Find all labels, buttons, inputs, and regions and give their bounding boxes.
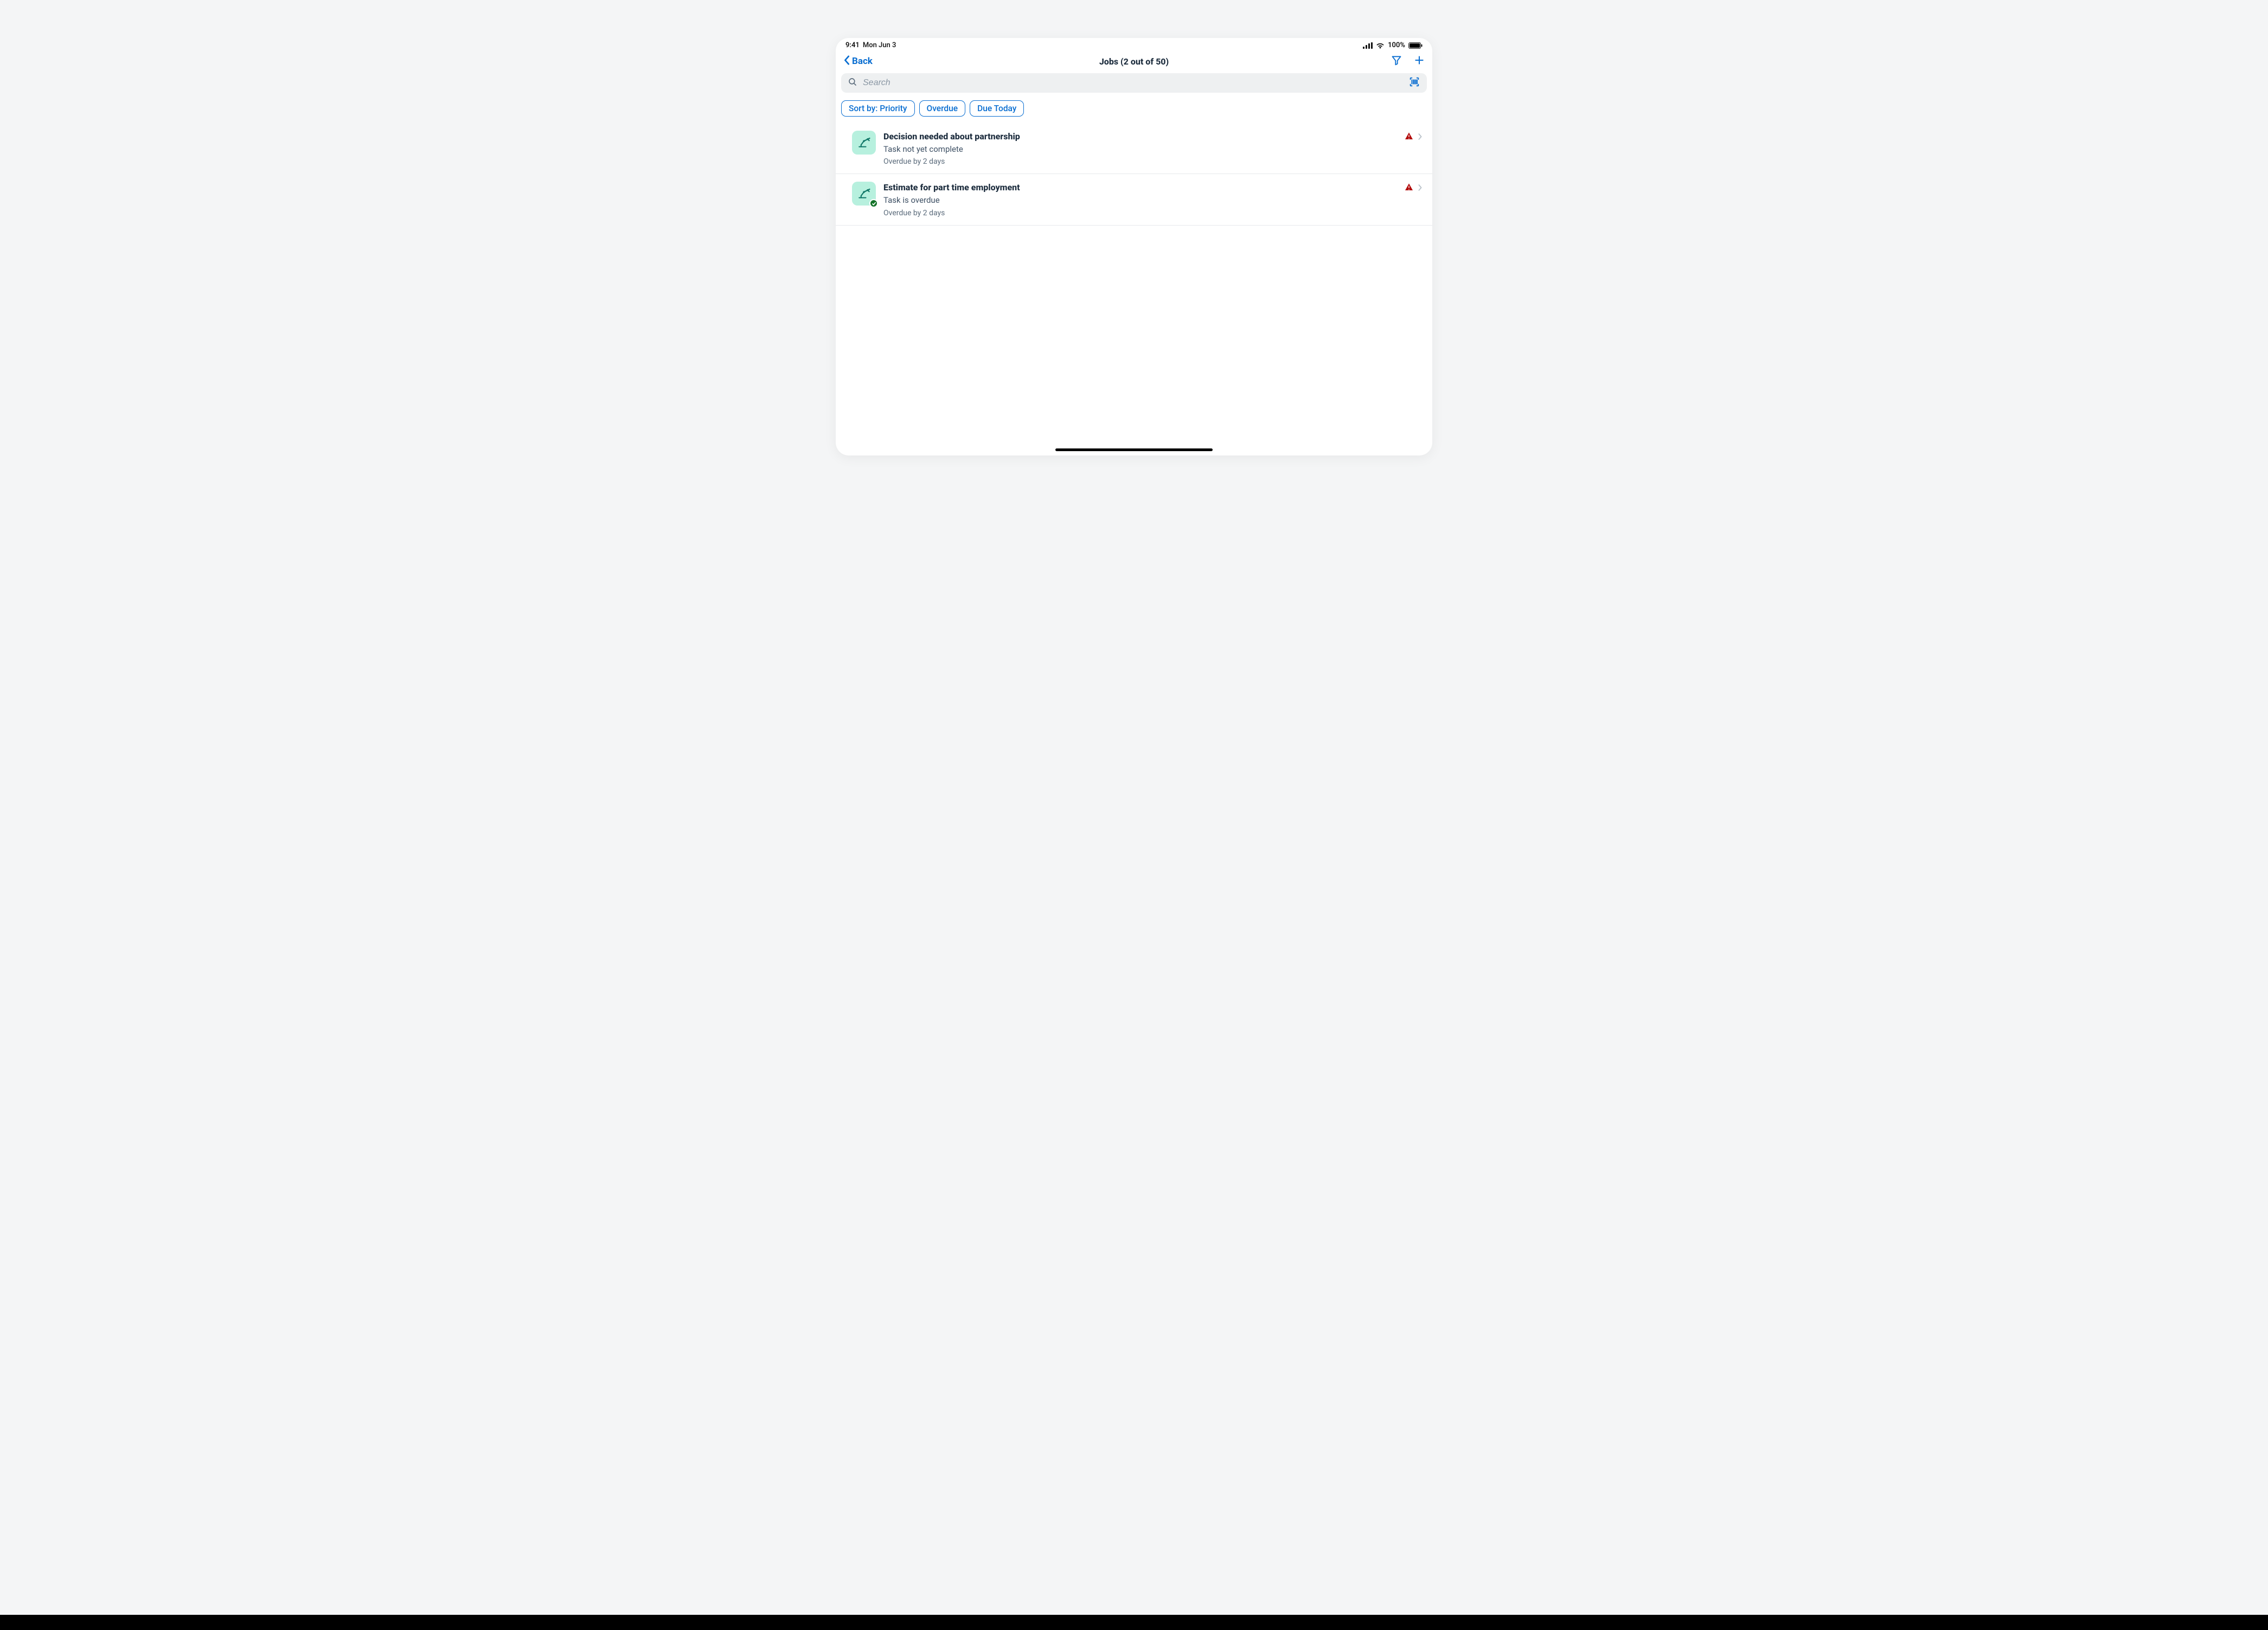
page-title: Jobs (2 out of 50) <box>1099 56 1169 67</box>
app-window: 9:41 Mon Jun 3 100% <box>836 38 1432 455</box>
add-button[interactable] <box>1414 55 1425 68</box>
warning-icon <box>1405 183 1413 194</box>
job-row-right <box>1405 182 1423 194</box>
filter-chips: Sort by: Priority Overdue Due Today <box>836 93 1432 121</box>
chevron-right-icon <box>1418 132 1423 143</box>
job-thumbnail <box>852 131 876 155</box>
back-label: Back <box>852 56 873 67</box>
barcode-scan-button[interactable] <box>1408 76 1420 90</box>
job-subtitle: Task not yet complete <box>883 144 1397 156</box>
chevron-right-icon <box>1418 183 1423 194</box>
job-text: Estimate for part time employmentTask is… <box>883 182 1397 217</box>
filter-chip-due-today[interactable]: Due Today <box>970 100 1024 117</box>
robot-arm-icon <box>856 185 872 202</box>
back-button[interactable]: Back <box>843 55 873 68</box>
search-icon <box>848 77 857 89</box>
plus-icon <box>1414 55 1425 68</box>
job-text: Decision needed about partnershipTask no… <box>883 131 1397 166</box>
job-title: Estimate for part time employment <box>883 182 1397 194</box>
nav-header: Back Jobs (2 out of 50) <box>836 50 1432 73</box>
robot-arm-icon <box>856 134 872 151</box>
cellular-icon <box>1363 42 1373 49</box>
filter-chip-overdue[interactable]: Overdue <box>919 100 966 117</box>
search-input[interactable] <box>863 78 1403 88</box>
job-subtitle: Task is overdue <box>883 195 1397 207</box>
status-bar: 9:41 Mon Jun 3 100% <box>836 38 1432 50</box>
job-row[interactable]: Estimate for part time employmentTask is… <box>836 174 1432 225</box>
status-time: 9:41 <box>845 41 860 49</box>
check-badge-icon <box>869 199 878 208</box>
wifi-icon <box>1376 42 1385 49</box>
job-list: Decision needed about partnershipTask no… <box>836 121 1432 226</box>
warning-icon <box>1405 132 1413 143</box>
job-thumbnail <box>852 182 876 206</box>
status-date: Mon Jun 3 <box>863 41 896 49</box>
filter-button[interactable] <box>1391 55 1402 68</box>
job-title: Decision needed about partnership <box>883 131 1397 143</box>
battery-pct: 100% <box>1388 41 1405 49</box>
job-row[interactable]: Decision needed about partnershipTask no… <box>836 121 1432 174</box>
chevron-left-icon <box>843 55 851 68</box>
filter-icon <box>1391 55 1402 68</box>
barcode-icon <box>1408 80 1420 90</box>
battery-icon <box>1408 42 1423 49</box>
home-indicator <box>1055 448 1213 451</box>
page-footer-strip <box>0 1615 2268 1630</box>
sort-chip[interactable]: Sort by: Priority <box>841 100 915 117</box>
search-bar[interactable] <box>841 73 1427 93</box>
job-meta: Overdue by 2 days <box>883 209 1397 217</box>
job-row-right <box>1405 131 1423 143</box>
job-meta: Overdue by 2 days <box>883 157 1397 166</box>
